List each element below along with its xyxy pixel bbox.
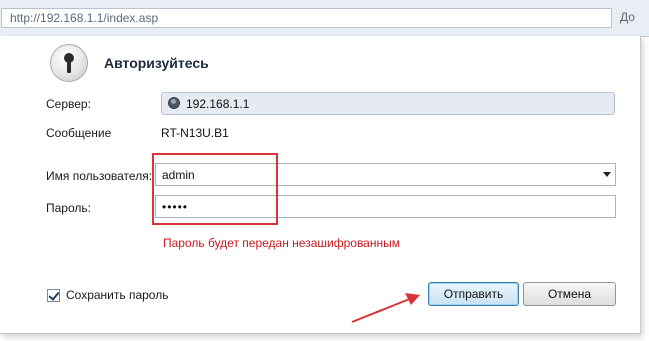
annotation-arrow [351, 293, 420, 323]
arrow-shaft [351, 297, 413, 323]
